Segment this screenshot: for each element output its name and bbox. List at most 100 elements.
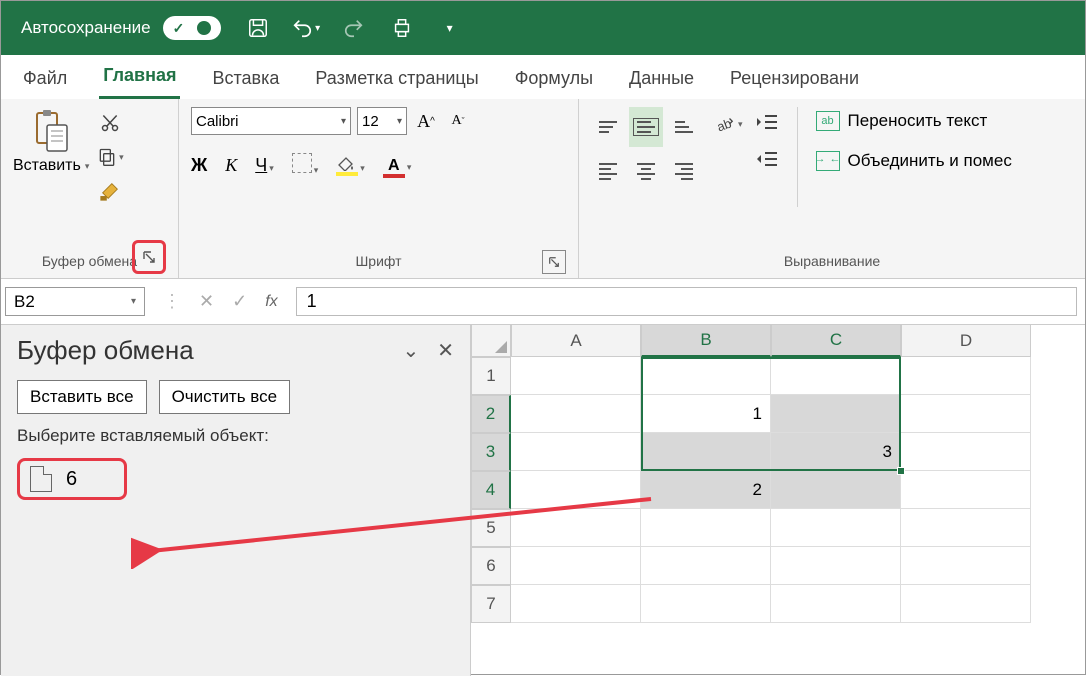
cell[interactable] — [511, 547, 641, 585]
tab-review[interactable]: Рецензировани — [726, 62, 863, 99]
align-right-icon[interactable] — [667, 151, 701, 191]
cell[interactable] — [511, 585, 641, 623]
paste-icon[interactable] — [27, 107, 75, 155]
row-header-2[interactable]: 2 — [471, 395, 511, 433]
cell-c4[interactable] — [771, 471, 901, 509]
confirm-edit-icon[interactable]: ✓ — [232, 291, 247, 312]
align-center-icon[interactable] — [629, 151, 663, 191]
cell-b4[interactable]: 2 — [641, 471, 771, 509]
fill-color-button[interactable]: ▾ — [336, 155, 365, 176]
row-header-3[interactable]: 3 — [471, 433, 511, 471]
undo-icon[interactable]: ▾ — [291, 13, 321, 43]
fx-icon[interactable]: fx — [265, 293, 277, 311]
tab-data[interactable]: Данные — [625, 62, 698, 99]
cancel-edit-icon[interactable]: ✕ — [199, 291, 214, 312]
autosave-label: Автосохранение — [21, 18, 151, 38]
pane-close-icon[interactable]: ✕ — [437, 338, 454, 363]
col-header-c[interactable]: C — [771, 325, 901, 357]
decrease-font-icon[interactable]: Aˇ — [445, 108, 471, 134]
autosave-toggle[interactable]: ✓ — [163, 16, 221, 40]
cell[interactable] — [901, 547, 1031, 585]
tab-layout[interactable]: Разметка страницы — [311, 62, 482, 99]
borders-button[interactable]: ▾ — [292, 153, 319, 178]
increase-indent-icon[interactable] — [755, 150, 779, 173]
redo-icon[interactable] — [339, 13, 369, 43]
cell[interactable] — [641, 547, 771, 585]
cell[interactable] — [771, 585, 901, 623]
cell[interactable] — [771, 357, 901, 395]
cell[interactable] — [771, 547, 901, 585]
cell[interactable] — [641, 357, 771, 395]
row-header-1[interactable]: 1 — [471, 357, 511, 395]
align-middle-icon[interactable] — [629, 107, 663, 147]
orientation-button[interactable]: ab▾ — [713, 107, 743, 135]
col-header-d[interactable]: D — [901, 325, 1031, 357]
formula-options-icon[interactable]: ⋮ — [163, 291, 181, 312]
tab-file[interactable]: Файл — [19, 62, 71, 99]
name-box[interactable]: B2▾ — [5, 287, 145, 316]
cell[interactable] — [901, 585, 1031, 623]
tab-insert[interactable]: Вставка — [208, 62, 283, 99]
qat-customize-icon[interactable]: ▾ — [435, 13, 465, 43]
col-header-b[interactable]: B — [641, 325, 771, 357]
cell[interactable] — [901, 433, 1031, 471]
cell[interactable] — [641, 585, 771, 623]
spreadsheet[interactable]: A B C D 1 2 1 3 3 — [471, 325, 1085, 676]
cell[interactable] — [901, 395, 1031, 433]
alignment-group-label: Выравнивание — [784, 253, 880, 269]
clipboard-hint: Выберите вставляемый объект: — [17, 426, 454, 446]
quick-print-icon[interactable] — [387, 13, 417, 43]
formula-input[interactable]: 1 — [296, 287, 1077, 316]
format-painter-icon[interactable] — [95, 177, 125, 205]
tab-home[interactable]: Главная — [99, 59, 180, 99]
merge-cells-button[interactable]: Объединить и помес — [816, 151, 1012, 171]
cell-b2[interactable]: 1 — [641, 395, 771, 433]
selection-handle[interactable] — [897, 467, 905, 475]
decrease-indent-icon[interactable] — [755, 113, 779, 136]
align-left-icon[interactable] — [591, 151, 625, 191]
row-header-5[interactable]: 5 — [471, 509, 511, 547]
clipboard-item[interactable]: 6 — [17, 458, 127, 500]
clear-all-button[interactable]: Очистить все — [159, 380, 291, 414]
select-all-corner[interactable] — [471, 325, 511, 357]
paste-button[interactable]: Вставить▾ — [13, 157, 89, 175]
underline-button[interactable]: Ч▾ — [255, 155, 274, 176]
cell[interactable] — [511, 433, 641, 471]
paste-all-button[interactable]: Вставить все — [17, 380, 147, 414]
cell[interactable] — [641, 509, 771, 547]
cell[interactable] — [511, 509, 641, 547]
bold-button[interactable]: Ж — [191, 155, 207, 176]
increase-font-icon[interactable]: A^ — [413, 108, 439, 134]
font-group-label: Шрифт — [355, 253, 401, 269]
tab-formulas[interactable]: Формулы — [511, 62, 597, 99]
row-header-6[interactable]: 6 — [471, 547, 511, 585]
wrap-text-button[interactable]: ab Переносить текст — [816, 111, 1012, 131]
row-header-7[interactable]: 7 — [471, 585, 511, 623]
wrap-text-icon: ab — [816, 111, 840, 131]
cell[interactable] — [511, 471, 641, 509]
font-dialog-launcher[interactable] — [542, 250, 566, 274]
align-top-icon[interactable] — [591, 107, 625, 147]
align-bottom-icon[interactable] — [667, 107, 701, 147]
font-size-select[interactable]: 12▾ — [357, 107, 407, 135]
row-header-4[interactable]: 4 — [471, 471, 511, 509]
font-color-button[interactable]: А▾ — [383, 157, 412, 175]
clipboard-dialog-launcher[interactable] — [132, 240, 166, 274]
pane-options-icon[interactable]: ⌄ — [402, 338, 419, 363]
cell[interactable] — [771, 509, 901, 547]
cell-c2[interactable] — [771, 395, 901, 433]
toggle-dot — [197, 21, 211, 35]
cut-icon[interactable] — [95, 109, 125, 137]
cell[interactable] — [901, 509, 1031, 547]
cell[interactable] — [511, 395, 641, 433]
cell-c3[interactable]: 3 — [771, 433, 901, 471]
cell[interactable] — [901, 471, 1031, 509]
italic-button[interactable]: К — [225, 155, 237, 176]
copy-icon[interactable]: ▾ — [95, 143, 125, 171]
font-name-select[interactable]: Calibri▾ — [191, 107, 351, 135]
col-header-a[interactable]: A — [511, 325, 641, 357]
cell[interactable] — [511, 357, 641, 395]
cell-b3[interactable] — [641, 433, 771, 471]
save-icon[interactable] — [243, 13, 273, 43]
cell[interactable] — [901, 357, 1031, 395]
